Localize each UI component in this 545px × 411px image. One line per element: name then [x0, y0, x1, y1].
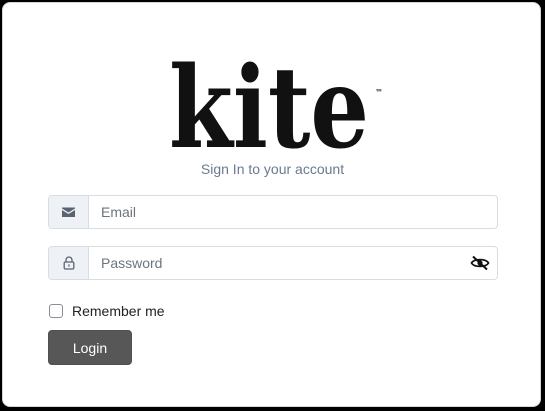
- password-input-group: [48, 246, 498, 280]
- toggle-password-visibility[interactable]: [463, 247, 497, 279]
- envelope-icon: [62, 207, 75, 217]
- remember-me-label: Remember me: [72, 303, 165, 319]
- signin-subtitle: Sign In to your account: [200, 161, 345, 177]
- password-field[interactable]: [89, 247, 463, 279]
- password-addon: [49, 247, 89, 279]
- kite-logo: kite ™: [167, 55, 389, 155]
- logo-wordmark: kite: [169, 55, 369, 155]
- remember-me[interactable]: Remember me: [49, 303, 165, 319]
- logo-trademark: ™: [375, 88, 383, 97]
- remember-me-checkbox[interactable]: [49, 304, 63, 318]
- eye-slash-icon: [470, 255, 490, 271]
- login-button[interactable]: Login: [48, 330, 132, 365]
- email-input-group: [48, 195, 498, 229]
- email-field[interactable]: [89, 196, 497, 228]
- lock-icon: [63, 256, 74, 270]
- login-card: kite ™ Sign In to your account Email Rem…: [2, 2, 541, 407]
- email-addon: [49, 196, 89, 228]
